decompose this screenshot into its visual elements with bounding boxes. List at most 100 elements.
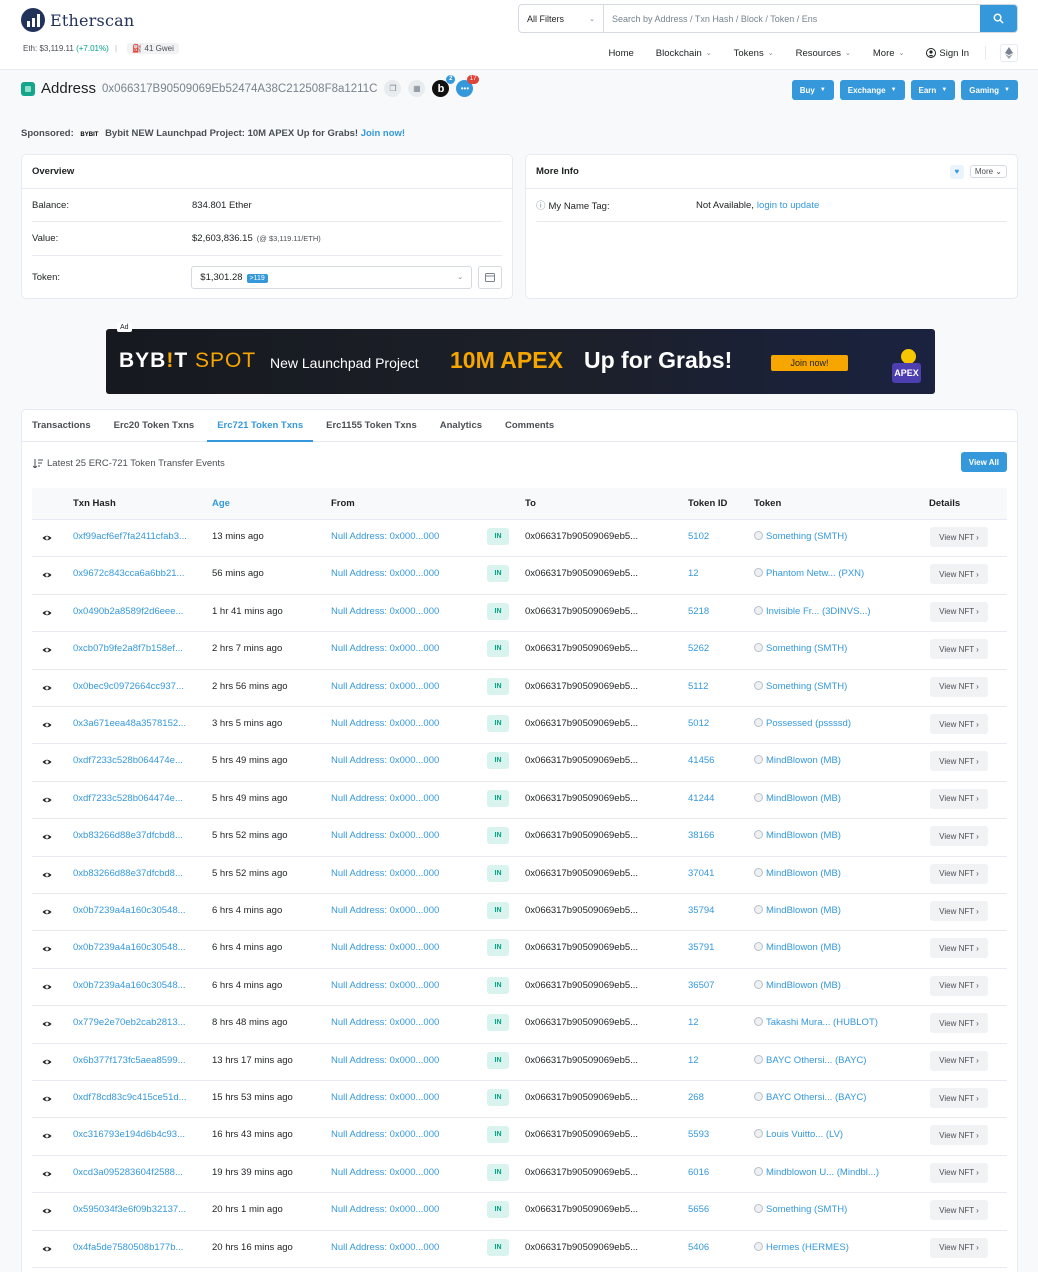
view-nft-button[interactable]: View NFT › bbox=[930, 1013, 988, 1034]
from-address-link[interactable]: Null Address: 0x000...000 bbox=[331, 1242, 439, 1253]
txn-hash-link[interactable]: 0x3a671eea48a3578152... bbox=[73, 718, 186, 729]
token-link[interactable]: Something (SMTH) bbox=[754, 1204, 847, 1215]
view-nft-button[interactable]: View NFT › bbox=[930, 751, 988, 772]
view-nft-button[interactable]: View NFT › bbox=[930, 901, 988, 921]
eye-icon[interactable] bbox=[42, 1206, 52, 1216]
eye-icon[interactable] bbox=[42, 570, 52, 580]
nav-tokens[interactable]: Tokens ⌄ bbox=[734, 48, 774, 59]
token-link[interactable]: Something (SMTH) bbox=[754, 680, 847, 692]
txn-hash-link[interactable]: 0x6b377f173fc5aea8599... bbox=[73, 1055, 186, 1066]
view-all-button[interactable]: View All bbox=[960, 452, 1007, 472]
sign-in-link[interactable]: Sign In bbox=[926, 48, 969, 59]
view-nft-button[interactable]: View NFT › bbox=[930, 1050, 988, 1071]
blockscan-button[interactable]: b 2 bbox=[432, 75, 456, 97]
eye-icon[interactable] bbox=[42, 720, 52, 730]
nav-blockchain[interactable]: Blockchain ⌄ bbox=[656, 48, 712, 59]
token-link[interactable]: Phantom Netw... (PXN) bbox=[754, 568, 864, 579]
token-id-link[interactable]: 6016 bbox=[688, 1167, 709, 1178]
copy-address-button[interactable]: ❐ bbox=[384, 80, 402, 97]
token-link[interactable]: MindBlowon (MB) bbox=[754, 867, 841, 879]
eye-icon[interactable] bbox=[42, 832, 52, 842]
txn-hash-link[interactable]: 0x0b7239a4a160c30548... bbox=[73, 905, 186, 916]
view-nft-button[interactable]: View NFT › bbox=[930, 1162, 988, 1183]
txn-hash-link[interactable]: 0xcb07b9fe2a8f7b158ef... bbox=[73, 643, 183, 654]
from-address-link[interactable]: Null Address: 0x000...000 bbox=[331, 718, 439, 729]
token-link[interactable]: MindBlowon (MB) bbox=[754, 942, 841, 953]
view-nft-button[interactable]: View NFT › bbox=[930, 1200, 988, 1221]
token-id-link[interactable]: 41244 bbox=[688, 793, 714, 804]
txn-hash-link[interactable]: 0xc316793e194d6b4c93... bbox=[73, 1129, 185, 1140]
view-nft-button[interactable]: View NFT › bbox=[930, 601, 988, 622]
token-id-link[interactable]: 5262 bbox=[688, 643, 709, 654]
nav-home[interactable]: Home bbox=[608, 48, 633, 59]
from-address-link[interactable]: Null Address: 0x000...000 bbox=[331, 643, 439, 654]
token-id-link[interactable]: 12 bbox=[688, 1017, 699, 1028]
token-link[interactable]: Something (SMTH) bbox=[754, 643, 847, 654]
eye-icon[interactable] bbox=[42, 1131, 52, 1141]
token-link[interactable]: MindBlowon (MB) bbox=[754, 792, 841, 804]
favorite-button[interactable]: ♥ bbox=[949, 164, 964, 179]
eye-icon[interactable] bbox=[42, 907, 52, 917]
eye-icon[interactable] bbox=[42, 1094, 52, 1104]
gas-price-badge[interactable]: ⛽ 41 Gwei bbox=[127, 43, 179, 54]
token-link[interactable]: Mindblowon U... (Mindbl...) bbox=[754, 1166, 879, 1178]
view-nft-button[interactable]: View NFT › bbox=[930, 639, 988, 660]
txn-hash-link[interactable]: 0x4fa5de7580508b177b... bbox=[73, 1242, 183, 1253]
site-logo[interactable]: Etherscan bbox=[21, 8, 134, 32]
eye-icon[interactable] bbox=[42, 1244, 52, 1254]
token-link[interactable]: MindBlowon (MB) bbox=[754, 830, 841, 841]
search-input[interactable]: Search by Address / Txn Hash / Block / T… bbox=[604, 5, 980, 32]
view-nft-button[interactable]: View NFT › bbox=[930, 1088, 988, 1108]
view-nft-button[interactable]: View NFT › bbox=[930, 788, 988, 809]
from-address-link[interactable]: Null Address: 0x000...000 bbox=[331, 568, 439, 579]
eye-icon[interactable] bbox=[42, 608, 52, 618]
earn-button[interactable]: Earn ▼ bbox=[910, 80, 956, 100]
chat-button[interactable]: ••• 17 bbox=[456, 75, 480, 97]
from-address-link[interactable]: Null Address: 0x000...000 bbox=[331, 793, 439, 804]
token-id-link[interactable]: 5218 bbox=[688, 606, 709, 617]
token-id-link[interactable]: 5593 bbox=[688, 1129, 709, 1140]
view-nft-button[interactable]: View NFT › bbox=[930, 1125, 988, 1146]
token-id-link[interactable]: 268 bbox=[688, 1092, 704, 1103]
view-nft-button[interactable]: View NFT › bbox=[930, 938, 988, 959]
token-link[interactable]: Louis Vuitto... (LV) bbox=[754, 1129, 843, 1140]
txn-hash-link[interactable]: 0xdf7233c528b064474e... bbox=[73, 755, 183, 766]
token-link[interactable]: BAYC Othersi... (BAYC) bbox=[754, 1092, 866, 1103]
token-id-link[interactable]: 35794 bbox=[688, 905, 714, 916]
network-switch-button[interactable] bbox=[1000, 44, 1018, 62]
token-id-link[interactable]: 5102 bbox=[688, 531, 709, 542]
sponsored-join-link[interactable]: Join now! bbox=[361, 128, 405, 139]
tab-comments[interactable]: Comments bbox=[505, 410, 554, 441]
qr-code-button[interactable]: ▦ bbox=[408, 80, 426, 97]
exchange-button[interactable]: Exchange ▼ bbox=[839, 80, 905, 100]
eye-icon[interactable] bbox=[42, 795, 52, 805]
gaming-button[interactable]: Gaming ▼ bbox=[961, 80, 1018, 100]
eye-icon[interactable] bbox=[42, 645, 52, 655]
token-link[interactable]: MindBlowon (MB) bbox=[754, 905, 841, 916]
token-id-link[interactable]: 5012 bbox=[688, 718, 709, 729]
txn-hash-link[interactable]: 0x9672c843cca6a6bb21... bbox=[73, 568, 184, 579]
from-address-link[interactable]: Null Address: 0x000...000 bbox=[331, 868, 439, 879]
from-address-link[interactable]: Null Address: 0x000...000 bbox=[331, 942, 439, 953]
tab-erc721[interactable]: Erc721 Token Txns bbox=[207, 410, 313, 442]
eye-icon[interactable] bbox=[42, 944, 52, 954]
search-filter-select[interactable]: All Filters ⌄ bbox=[519, 5, 604, 32]
view-nft-button[interactable]: View NFT › bbox=[930, 676, 988, 697]
txn-hash-link[interactable]: 0x0b7239a4a160c30548... bbox=[73, 942, 186, 953]
txn-hash-link[interactable]: 0xb83266d88e37dfcbd8... bbox=[73, 868, 183, 879]
token-holdings-dropdown[interactable]: $1,301.28 >119 ⌄ bbox=[191, 265, 473, 289]
tab-erc20[interactable]: Erc20 Token Txns bbox=[114, 410, 195, 441]
token-link[interactable]: Possessed (pssssd) bbox=[754, 718, 851, 729]
view-nft-button[interactable]: View NFT › bbox=[930, 863, 988, 884]
token-link[interactable]: MindBlowon (MB) bbox=[754, 755, 841, 766]
from-address-link[interactable]: Null Address: 0x000...000 bbox=[331, 980, 439, 991]
login-to-update-link[interactable]: login to update bbox=[757, 200, 819, 211]
ad-join-button[interactable]: Join now! bbox=[771, 355, 848, 371]
buy-button[interactable]: Buy ▼ bbox=[791, 80, 834, 100]
view-nft-button[interactable]: View NFT › bbox=[930, 564, 988, 585]
eye-icon[interactable] bbox=[42, 683, 52, 693]
txn-hash-link[interactable]: 0x595034f3e6f09b32137... bbox=[73, 1204, 186, 1215]
view-nft-button[interactable]: View NFT › bbox=[930, 975, 988, 996]
from-address-link[interactable]: Null Address: 0x000...000 bbox=[331, 905, 439, 916]
token-link[interactable]: Something (SMTH) bbox=[754, 531, 847, 542]
